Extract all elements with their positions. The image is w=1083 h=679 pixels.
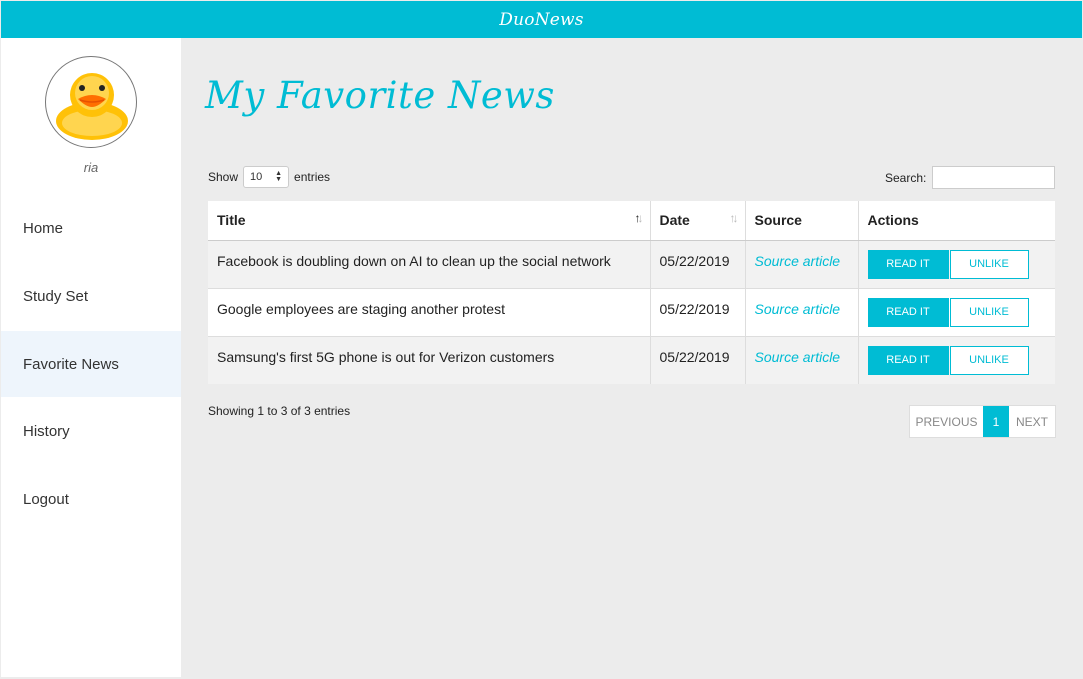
sidebar-item-home[interactable]: Home	[1, 195, 181, 261]
row-source-cell: Source article	[745, 287, 859, 336]
select-arrows-icon: ▲ ▼	[275, 170, 283, 183]
entries-label: entries	[294, 170, 331, 184]
column-source-label: Source	[754, 212, 802, 229]
row-actions-cell: READ IT UNLIKE	[858, 287, 1055, 336]
read-it-button[interactable]: READ IT	[867, 345, 949, 375]
row-title: Google employees are staging another pro…	[208, 287, 651, 336]
column-header-date[interactable]: Date ↑↓	[650, 201, 746, 241]
source-article-link[interactable]: Source article	[755, 349, 841, 365]
sidebar-item-study-set[interactable]: Study Set	[1, 263, 181, 329]
sidebar-item-history[interactable]: History	[1, 398, 181, 464]
read-it-button[interactable]: READ IT	[867, 249, 949, 279]
previous-button[interactable]: PREVIOUS	[910, 406, 983, 437]
sort-icon: ↑↓	[729, 211, 739, 225]
page-length-value: 10	[250, 171, 263, 183]
source-article-link[interactable]: Source article	[755, 253, 841, 269]
row-date: 05/22/2019	[650, 239, 746, 288]
table-row: Google employees are staging another pro…	[208, 287, 1055, 336]
table-info: Showing 1 to 3 of 3 entries	[208, 404, 351, 418]
search-input[interactable]	[932, 166, 1056, 189]
row-date: 05/22/2019	[650, 335, 746, 384]
source-article-link[interactable]: Source article	[755, 301, 841, 317]
unlike-button[interactable]: UNLIKE	[949, 297, 1029, 327]
column-header-title[interactable]: Title ↑↓	[208, 201, 651, 241]
pagination: PREVIOUS 1 NEXT	[909, 405, 1056, 438]
read-it-button[interactable]: READ IT	[867, 297, 949, 327]
page-title: My Favorite News	[205, 74, 555, 117]
sidebar-item-logout[interactable]: Logout	[1, 466, 181, 532]
column-date-label: Date	[659, 212, 690, 229]
table-header-row: Title ↑↓ Date ↑↓ Source Actions	[208, 201, 1055, 241]
unlike-button[interactable]: UNLIKE	[949, 249, 1029, 279]
table-row: Samsung's first 5G phone is out for Veri…	[208, 335, 1055, 384]
unlike-button[interactable]: UNLIKE	[949, 345, 1029, 375]
row-actions-cell: READ IT UNLIKE	[858, 335, 1055, 384]
show-label: Show	[208, 170, 239, 184]
avatar[interactable]	[45, 56, 137, 148]
username: ria	[83, 160, 99, 175]
row-date: 05/22/2019	[650, 287, 746, 336]
row-title: Samsung's first 5G phone is out for Veri…	[208, 335, 651, 384]
column-header-source: Source	[745, 201, 859, 241]
main-content: My Favorite News Show 10 ▲ ▼ entries Sear…	[181, 38, 1082, 677]
favorites-table: Title ↑↓ Date ↑↓ Source Actions Facebook…	[208, 201, 1055, 384]
page-1-button[interactable]: 1	[983, 406, 1009, 437]
column-header-actions: Actions	[858, 201, 1055, 241]
sidebar: ria Home Study Set Favorite News History…	[1, 38, 181, 677]
row-title: Facebook is doubling down on AI to clean…	[208, 239, 651, 288]
sort-icon: ↑↓	[634, 211, 644, 225]
top-bar: DuoNews	[1, 1, 1082, 38]
search-label: Search:	[885, 170, 927, 185]
table-row: Facebook is doubling down on AI to clean…	[208, 239, 1055, 288]
row-source-cell: Source article	[745, 239, 859, 288]
search-control: Search:	[885, 166, 1056, 189]
row-source-cell: Source article	[745, 335, 859, 384]
duck-avatar-icon	[56, 73, 128, 140]
brand-logo[interactable]: DuoNews	[499, 10, 583, 30]
row-actions-cell: READ IT UNLIKE	[858, 239, 1055, 288]
page-length-select[interactable]: 10 ▲ ▼	[243, 166, 290, 188]
column-title-label: Title	[217, 212, 246, 229]
next-button[interactable]: NEXT	[1009, 406, 1055, 437]
column-actions-label: Actions	[867, 212, 919, 229]
page-length-control: Show 10 ▲ ▼ entries	[208, 166, 330, 188]
sidebar-item-favorite-news[interactable]: Favorite News	[1, 331, 181, 397]
app-frame: DuoNews ria Home Study Set Favorite News…	[1, 1, 1082, 677]
